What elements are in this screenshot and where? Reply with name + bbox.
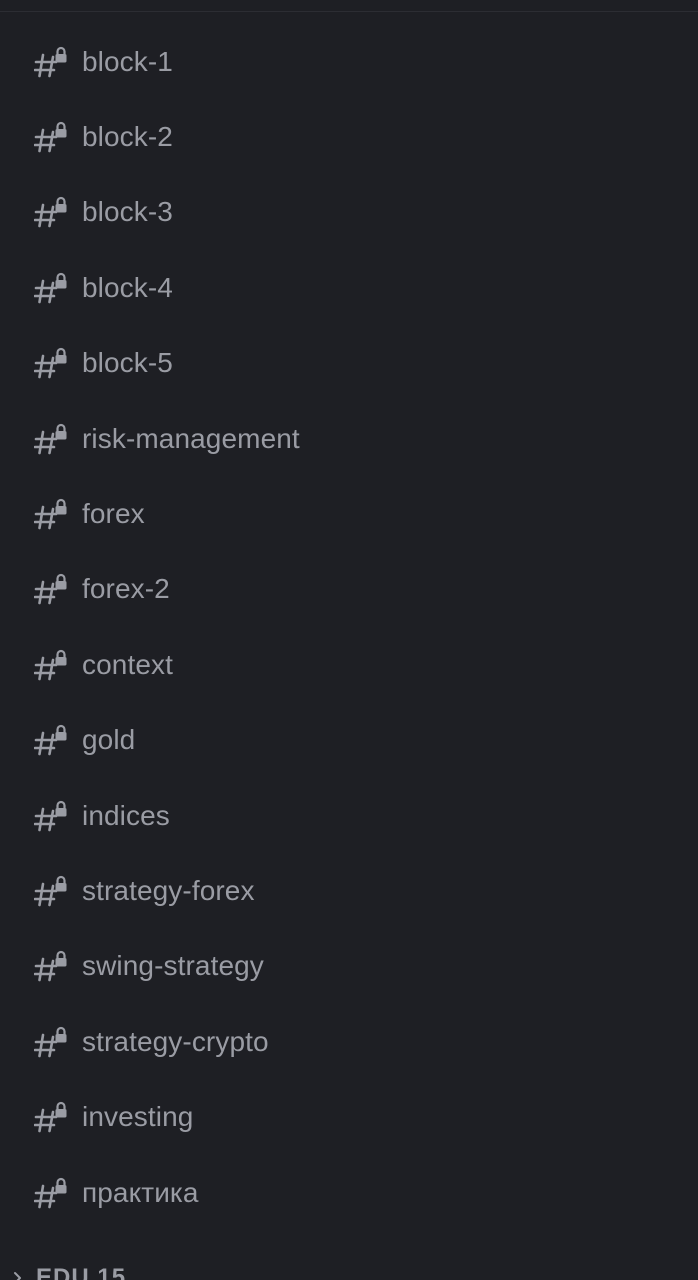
locked-hash-icon bbox=[34, 348, 67, 379]
channel-label: block-5 bbox=[82, 347, 173, 379]
channel-item-investing[interactable]: investing bbox=[0, 1079, 698, 1154]
channel-item-indices[interactable]: indices bbox=[0, 778, 698, 853]
channel-label: практика bbox=[82, 1176, 199, 1208]
channel-label: context bbox=[82, 648, 173, 680]
channel-list: block-1 block-2 block-3 block-4 block-5 … bbox=[0, 24, 698, 1230]
locked-hash-icon bbox=[34, 423, 67, 454]
locked-hash-icon bbox=[34, 1177, 67, 1208]
locked-hash-icon bbox=[34, 272, 67, 304]
channel-sidebar: block-1 block-2 block-3 block-4 block-5 … bbox=[0, 0, 698, 1280]
channel-label: block-1 bbox=[82, 45, 173, 77]
channel-label: strategy-crypto bbox=[82, 1025, 269, 1057]
chevron-right-icon bbox=[14, 1272, 21, 1280]
category-label: EDU 15 bbox=[36, 1264, 127, 1280]
channel-item-swing-strategy[interactable]: swing-strategy bbox=[0, 929, 698, 1004]
channel-item-risk-management[interactable]: risk-management bbox=[0, 401, 698, 476]
channel-item-block-2[interactable]: block-2 bbox=[0, 99, 698, 174]
channel-item-strategy-forex[interactable]: strategy-forex bbox=[0, 853, 698, 928]
channel-item-forex[interactable]: forex bbox=[0, 476, 698, 551]
locked-hash-icon bbox=[34, 1026, 67, 1058]
channel-item-context[interactable]: context bbox=[0, 627, 698, 702]
channel-item-block-3[interactable]: block-3 bbox=[0, 175, 698, 250]
channel-label: forex-2 bbox=[82, 573, 170, 605]
top-divider bbox=[0, 0, 698, 12]
locked-hash-icon bbox=[34, 725, 67, 756]
channel-label: indices bbox=[82, 799, 170, 831]
locked-hash-icon bbox=[34, 197, 67, 228]
locked-hash-icon bbox=[34, 951, 67, 982]
channel-label: gold bbox=[82, 724, 136, 756]
channel-item-gold[interactable]: gold bbox=[0, 703, 698, 778]
locked-hash-icon bbox=[34, 649, 67, 681]
channel-item-strategy-crypto[interactable]: strategy-crypto bbox=[0, 1004, 698, 1079]
locked-hash-icon bbox=[34, 875, 67, 907]
category-header[interactable]: EDU 15 bbox=[0, 1256, 698, 1280]
locked-hash-icon bbox=[34, 498, 67, 530]
channel-label: swing-strategy bbox=[82, 950, 264, 982]
channel-label: forex bbox=[82, 498, 145, 530]
channel-label: risk-management bbox=[82, 422, 300, 454]
locked-hash-icon bbox=[34, 1102, 67, 1133]
channel-label: strategy-forex bbox=[82, 874, 255, 906]
locked-hash-icon bbox=[34, 46, 67, 77]
locked-hash-icon bbox=[34, 800, 67, 831]
channel-label: block-4 bbox=[82, 271, 173, 303]
channel-label: investing bbox=[82, 1101, 194, 1133]
channel-item-forex-2[interactable]: forex-2 bbox=[0, 552, 698, 627]
channel-label: block-2 bbox=[82, 121, 173, 153]
locked-hash-icon bbox=[34, 121, 67, 153]
channel-item-практика[interactable]: практика bbox=[0, 1155, 698, 1230]
channel-label: block-3 bbox=[82, 196, 173, 228]
channel-item-block-4[interactable]: block-4 bbox=[0, 250, 698, 325]
locked-hash-icon bbox=[34, 574, 67, 605]
channel-item-block-1[interactable]: block-1 bbox=[0, 24, 698, 99]
channel-item-block-5[interactable]: block-5 bbox=[0, 326, 698, 401]
